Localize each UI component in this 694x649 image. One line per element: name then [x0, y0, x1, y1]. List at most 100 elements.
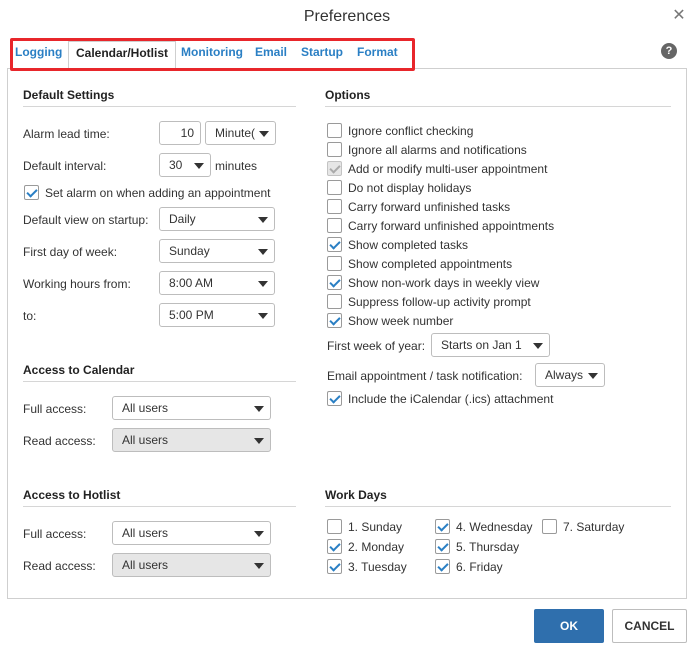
work-day-checkbox[interactable] [327, 559, 342, 574]
option-label: Ignore all alarms and notifications [348, 143, 527, 157]
chevron-down-icon [533, 343, 543, 349]
work-day-label: 2. Monday [348, 540, 405, 554]
divider [23, 506, 296, 507]
set-alarm-label: Set alarm on when adding an appointment [45, 186, 271, 200]
hotlist-read-access-value: All users [122, 558, 169, 572]
alarm-lead-time-unit-value: Minute( [215, 126, 256, 140]
chevron-down-icon [259, 131, 269, 137]
work-day-checkbox[interactable] [435, 539, 450, 554]
working-from-select[interactable]: 8:00 AM [159, 271, 275, 295]
default-view-select[interactable]: Daily [159, 207, 275, 231]
hotlist-full-access-value: All users [122, 526, 169, 540]
help-icon[interactable]: ? [661, 43, 677, 59]
cancel-button[interactable]: CANCEL [612, 609, 687, 643]
option-checkbox[interactable] [327, 256, 342, 271]
chevron-down-icon [254, 563, 264, 569]
work-day-checkbox[interactable] [435, 559, 450, 574]
working-to-label: to: [23, 309, 37, 323]
first-day-select[interactable]: Sunday [159, 239, 275, 263]
email-notify-label: Email appointment / task notification: [327, 369, 523, 383]
ics-attachment-checkbox[interactable] [327, 391, 342, 406]
chevron-down-icon [254, 531, 264, 537]
alarm-lead-time-input[interactable]: 10 [159, 121, 201, 145]
default-view-label: Default view on startup: [23, 213, 149, 227]
chevron-down-icon [588, 373, 598, 379]
work-day-checkbox[interactable] [327, 539, 342, 554]
calendar-full-access-label: Full access: [23, 402, 87, 416]
calendar-read-access-label: Read access: [23, 434, 96, 448]
email-notify-select[interactable]: Always [535, 363, 605, 387]
chevron-down-icon [194, 163, 204, 169]
chevron-down-icon [254, 438, 264, 444]
option-checkbox[interactable] [327, 199, 342, 214]
option-label: Show week number [348, 314, 454, 328]
work-day-label: 6. Friday [456, 560, 503, 574]
tab-format[interactable]: Format [357, 45, 398, 59]
hotlist-full-access-select[interactable]: All users [112, 521, 271, 545]
chevron-down-icon [258, 217, 268, 223]
option-label: Carry forward unfinished tasks [348, 200, 511, 214]
work-days-title: Work Days [325, 488, 387, 502]
divider [23, 381, 296, 382]
option-label: Show completed tasks [348, 238, 469, 252]
calendar-full-access-select[interactable]: All users [112, 396, 271, 420]
default-interval-select[interactable]: 30 [159, 153, 211, 177]
tab-startup[interactable]: Startup [301, 45, 343, 59]
tab-logging[interactable]: Logging [15, 45, 62, 59]
divider [23, 106, 296, 107]
work-day-label: 5. Thursday [456, 540, 520, 554]
preferences-dialog: Preferences ✕ Logging Calendar/Hotlist M… [0, 0, 694, 649]
option-checkbox[interactable] [327, 218, 342, 233]
option-checkbox[interactable] [327, 294, 342, 309]
work-day-label: 4. Wednesday [456, 520, 533, 534]
work-day-checkbox[interactable] [435, 519, 450, 534]
tab-calendar-hotlist[interactable]: Calendar/Hotlist [68, 41, 177, 70]
working-from-value: 8:00 AM [169, 276, 214, 290]
option-label: Carry forward unfinished appointments [348, 219, 555, 233]
option-label: Show completed appointments [348, 257, 513, 271]
first-week-label: First week of year: [327, 339, 426, 353]
option-label: Ignore conflict checking [348, 124, 474, 138]
calendar-read-access-value: All users [122, 433, 169, 447]
tab-bar: Logging Calendar/Hotlist Monitoring Emai… [7, 35, 687, 71]
access-hotlist-title: Access to Hotlist [23, 488, 121, 502]
option-checkbox[interactable] [327, 123, 342, 138]
divider [325, 106, 671, 107]
option-checkbox[interactable] [327, 275, 342, 290]
working-to-value: 5:00 PM [169, 308, 214, 322]
email-notify-value: Always [545, 368, 584, 382]
chevron-down-icon [258, 313, 268, 319]
working-to-select[interactable]: 5:00 PM [159, 303, 275, 327]
hotlist-read-access-label: Read access: [23, 559, 96, 573]
tab-email[interactable]: Email [255, 45, 287, 59]
set-alarm-checkbox[interactable] [24, 185, 39, 200]
work-day-label: 1. Sunday [348, 520, 403, 534]
option-checkbox[interactable] [327, 180, 342, 195]
ok-button[interactable]: OK [534, 609, 604, 643]
working-from-label: Working hours from: [23, 277, 131, 291]
work-day-checkbox[interactable] [327, 519, 342, 534]
access-calendar-title: Access to Calendar [23, 363, 135, 377]
option-checkbox[interactable] [327, 237, 342, 252]
work-day-label: 3. Tuesday [348, 560, 407, 574]
alarm-lead-time-unit-select[interactable]: Minute( [205, 121, 276, 145]
alarm-lead-time-label: Alarm lead time: [23, 127, 110, 141]
option-checkbox[interactable] [327, 142, 342, 157]
tab-monitoring[interactable]: Monitoring [181, 45, 243, 59]
default-interval-value: 30 [169, 158, 183, 172]
dialog-title: Preferences [303, 8, 391, 25]
option-checkbox[interactable] [327, 313, 342, 328]
hotlist-read-access-select[interactable]: All users [112, 553, 271, 577]
calendar-hotlist-panel: Default Settings Alarm lead time: 10 Min… [7, 69, 687, 599]
close-icon[interactable]: ✕ [672, 8, 686, 24]
first-day-label: First day of week: [23, 245, 118, 259]
first-week-select[interactable]: Starts on Jan 1 [431, 333, 550, 357]
divider [325, 506, 671, 507]
option-checkbox [327, 161, 342, 176]
ics-attachment-label: Include the iCalendar (.ics) attachment [348, 392, 554, 406]
calendar-full-access-value: All users [122, 401, 169, 415]
work-day-checkbox[interactable] [542, 519, 557, 534]
default-settings-title: Default Settings [23, 88, 115, 102]
work-day-label: 7. Saturday [563, 520, 625, 534]
calendar-read-access-select[interactable]: All users [112, 428, 271, 452]
